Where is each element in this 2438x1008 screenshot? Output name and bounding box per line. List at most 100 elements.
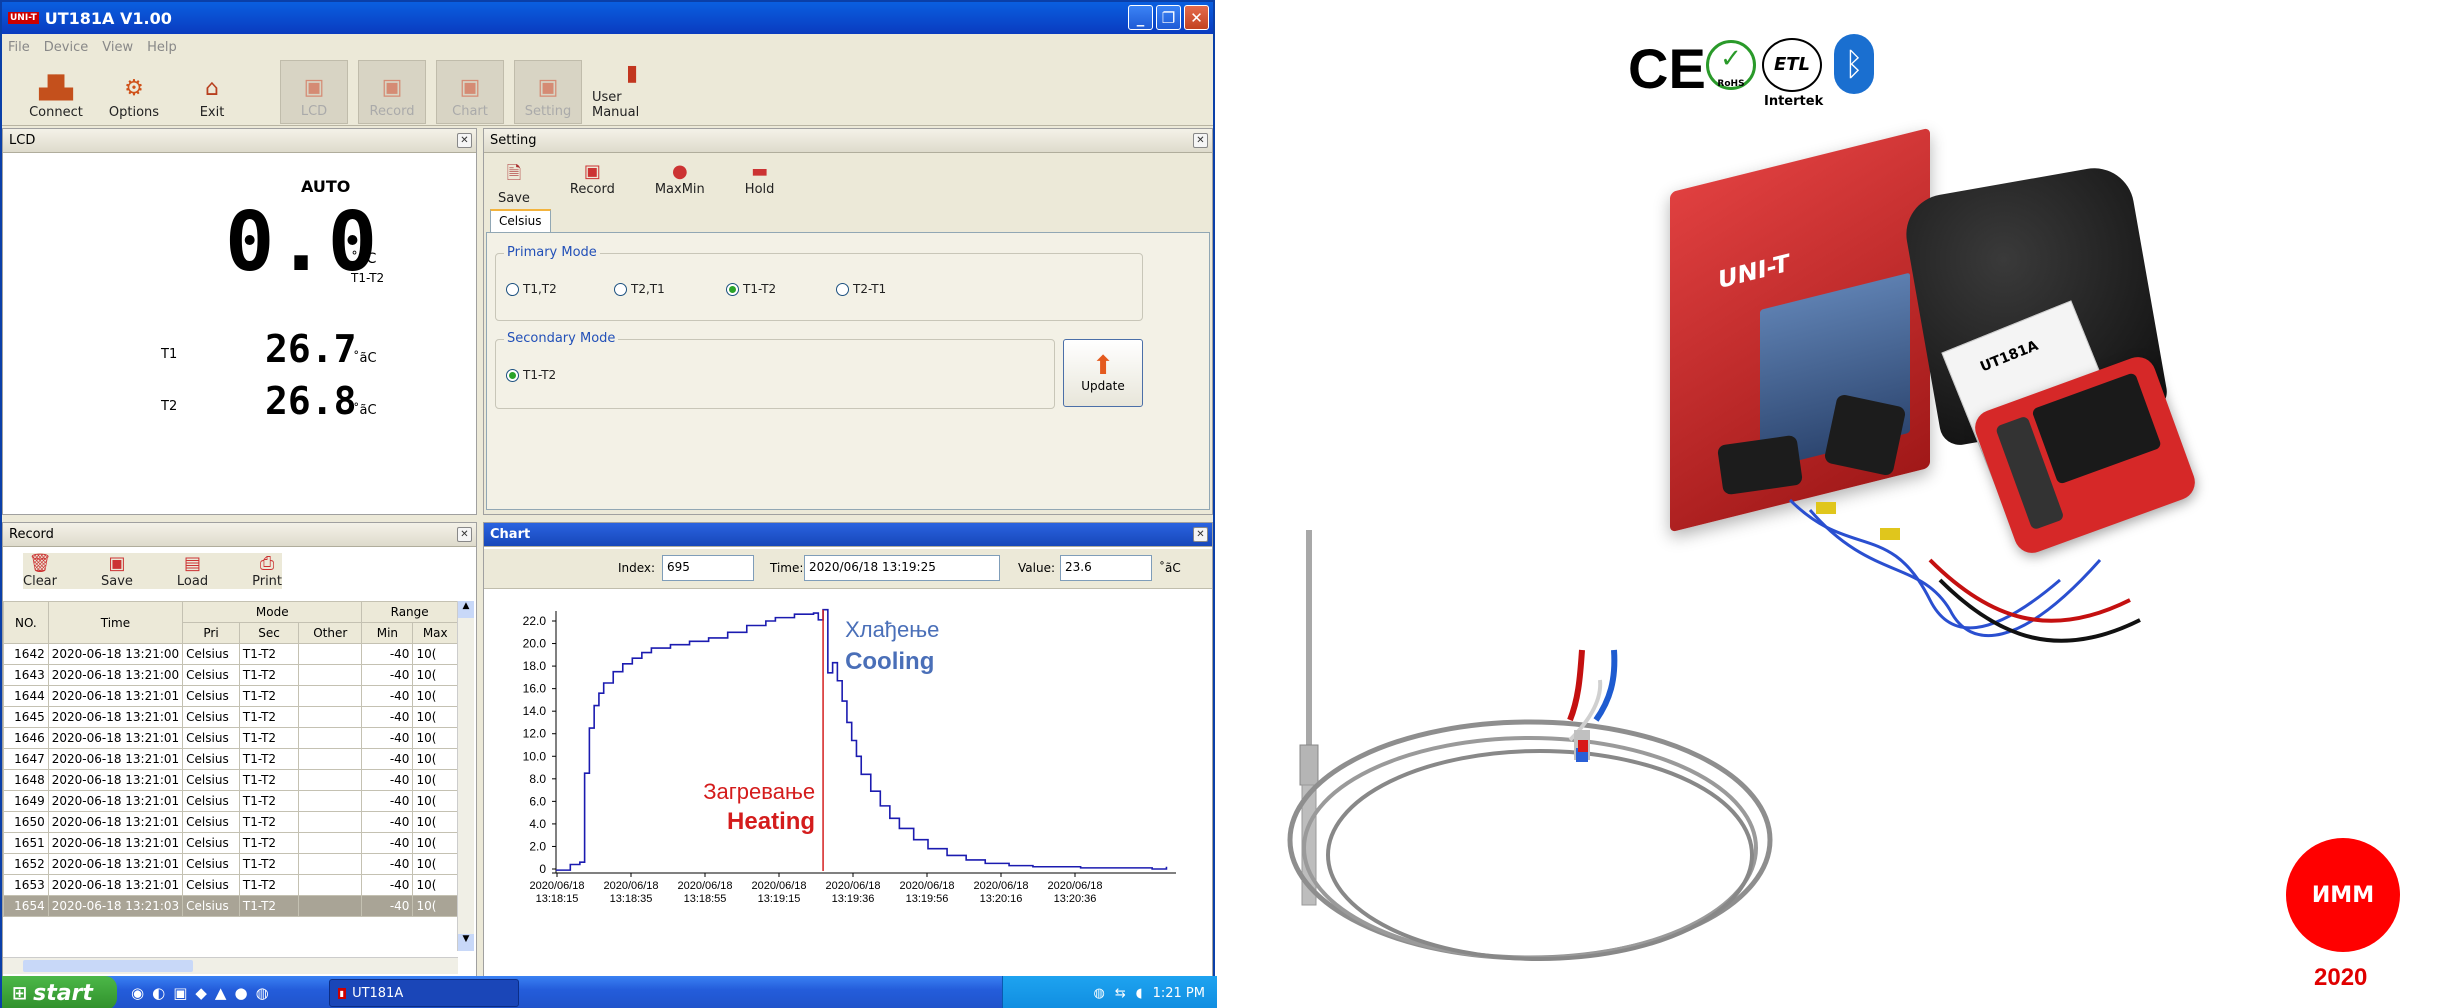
clock[interactable]: 1:21 PM — [1153, 986, 1205, 1001]
table-row[interactable]: 1647 2020-06-18 13:21:01 Celsius T1-T2 -40 10… — [3, 748, 458, 770]
table-row[interactable]: 1654 2020-06-18 13:21:03 Celsius T1-T2 -40 10… — [3, 895, 458, 917]
index-field[interactable]: 695 — [662, 555, 754, 581]
table-cell: 2020-06-18 13:21:01 — [47, 685, 184, 707]
lcd-view-button[interactable]: ▣ LCD — [280, 60, 348, 124]
print-button[interactable]: ⎙ Print — [252, 553, 282, 589]
maxmin-icon: ● — [671, 161, 688, 182]
table-row[interactable]: 1644 2020-06-18 13:21:01 Celsius T1-T2 -40 10… — [3, 685, 458, 707]
maximize-button[interactable]: ❐ — [1156, 5, 1181, 30]
app-logo-icon: UNI-T — [8, 12, 39, 24]
primary-radio-t2t1[interactable]: T2,T1 — [614, 282, 665, 296]
table-cell: -40 — [361, 790, 414, 812]
scroll-down-icon[interactable]: ▼ — [458, 934, 474, 951]
quick-launch-icon[interactable]: ◆ — [195, 984, 207, 1002]
tab-celsius[interactable]: Celsius — [490, 209, 551, 233]
setting-save-button[interactable]: 🗎 Save — [498, 161, 530, 206]
quick-launch-icon[interactable]: ▣ — [173, 984, 187, 1002]
primary-radio-t1t2[interactable]: T1,T2 — [506, 282, 557, 296]
table-row[interactable]: 1643 2020-06-18 13:21:00 Celsius T1-T2 -40 10… — [3, 664, 458, 686]
table-cell: 1647 — [3, 748, 49, 770]
table-cell — [298, 895, 363, 917]
start-button[interactable]: ⊞ start — [2, 976, 117, 1008]
close-panel-icon[interactable]: ✕ — [457, 133, 472, 148]
table-cell — [298, 790, 363, 812]
update-button[interactable]: ⬆ Update — [1063, 339, 1143, 407]
col-range[interactable]: Range — [361, 601, 458, 623]
setting-maxmin-button[interactable]: ● MaxMin — [655, 161, 705, 206]
exit-button[interactable]: ⌂ Exit — [178, 60, 246, 124]
tray-icon[interactable]: ◖ — [1136, 986, 1143, 1001]
table-row[interactable]: 1646 2020-06-18 13:21:01 Celsius T1-T2 -40 10… — [3, 727, 458, 749]
close-panel-icon[interactable]: ✕ — [457, 527, 472, 542]
close-button[interactable]: ✕ — [1184, 5, 1209, 30]
user-manual-button[interactable]: ▮ User Manual — [592, 60, 672, 124]
load-button[interactable]: ▤ Load — [177, 553, 208, 589]
table-row[interactable]: 1653 2020-06-18 13:21:01 Celsius T1-T2 -40 10… — [3, 874, 458, 896]
clear-button[interactable]: 🗑 Clear — [23, 553, 57, 589]
col-time[interactable]: Time — [47, 601, 184, 644]
table-row[interactable]: 1648 2020-06-18 13:21:01 Celsius T1-T2 -40 10… — [3, 769, 458, 791]
setting-view-button[interactable]: ▣ Setting — [514, 60, 582, 124]
tray-icon[interactable]: ◍ — [1094, 986, 1105, 1001]
setting-hold-button[interactable]: ▬ Hold — [745, 161, 775, 206]
setting-record-button[interactable]: ▣ Record — [570, 161, 615, 206]
lcd-main-sub: T1-T2 — [351, 271, 385, 285]
record-view-button[interactable]: ▣ Record — [358, 60, 426, 124]
chart-view-button[interactable]: ▣ Chart — [436, 60, 504, 124]
time-field[interactable]: 2020/06/18 13:19:25 — [804, 555, 1000, 581]
value-field[interactable]: 23.6 — [1060, 555, 1152, 581]
table-row[interactable]: 1650 2020-06-18 13:21:01 Celsius T1-T2 -40 10… — [3, 811, 458, 833]
menu-help[interactable]: Help — [147, 40, 177, 55]
quick-launch: ◉ ◐ ▣ ◆ ▲ ● ◍ — [131, 984, 269, 1002]
table-cell: -40 — [361, 895, 414, 917]
table-cell: 2020-06-18 13:21:01 — [47, 853, 184, 875]
x-tick-label: 2020/06/18 — [973, 880, 1028, 892]
menu-device[interactable]: Device — [44, 40, 88, 55]
table-cell: -40 — [361, 643, 414, 665]
table-cell: 2020-06-18 13:21:01 — [47, 727, 184, 749]
close-panel-icon[interactable]: ✕ — [1193, 133, 1208, 148]
col-sec[interactable]: Sec — [238, 622, 300, 644]
x-tick-label: 2020/06/18 — [677, 880, 732, 892]
lcd-t1-value: 26.7 — [265, 327, 357, 371]
taskbar-item-ut181a[interactable]: ▮ UT181A — [328, 979, 519, 1007]
table-row[interactable]: 1645 2020-06-18 13:21:01 Celsius T1-T2 -40 10… — [3, 706, 458, 728]
vertical-scrollbar[interactable]: ▲ ▼ — [457, 601, 474, 951]
secondary-radio-t1-minus-t2[interactable]: T1-T2 — [506, 368, 556, 382]
title-bar[interactable]: UNI-T UT181A V1.00 _ ❐ ✕ — [2, 2, 1213, 34]
table-row[interactable]: 1652 2020-06-18 13:21:01 Celsius T1-T2 -40 10… — [3, 853, 458, 875]
col-no[interactable]: NO. — [3, 601, 49, 644]
primary-radio-t2-minus-t1[interactable]: T2-T1 — [836, 282, 886, 296]
col-mode[interactable]: Mode — [182, 601, 363, 623]
quick-launch-icon[interactable]: ● — [234, 984, 247, 1002]
horizontal-scrollbar[interactable] — [3, 957, 458, 974]
col-min[interactable]: Min — [361, 622, 414, 644]
menu-file[interactable]: File — [8, 40, 30, 55]
table-row[interactable]: 1651 2020-06-18 13:21:01 Celsius T1-T2 -40 10… — [3, 832, 458, 854]
options-button[interactable]: ⚙ Options — [100, 60, 168, 124]
scroll-up-icon[interactable]: ▲ — [458, 601, 474, 618]
table-row[interactable]: 1642 2020-06-18 13:21:00 Celsius T1-T2 -40 10… — [3, 643, 458, 665]
quick-launch-icon[interactable]: ◍ — [256, 984, 269, 1002]
col-other[interactable]: Other — [298, 622, 363, 644]
record-save-button[interactable]: ▣ Save — [101, 553, 133, 589]
primary-radio-t1-minus-t2[interactable]: T1-T2 — [726, 282, 776, 296]
table-cell: 1646 — [3, 727, 49, 749]
tray-icon[interactable]: ⇆ — [1115, 986, 1126, 1001]
table-cell: 2020-06-18 13:21:01 — [47, 874, 184, 896]
quick-launch-icon[interactable]: ◉ — [131, 984, 144, 1002]
quick-launch-icon[interactable]: ▲ — [215, 984, 227, 1002]
temperature-chart[interactable]: 22.0 20.0 18.0 16.0 14.0 12.0 10.0 8.0 6.0 4.0 2.0… — [484, 591, 1212, 976]
col-max[interactable]: Max — [412, 622, 458, 644]
table-cell: 10( — [412, 748, 458, 770]
close-panel-icon[interactable]: ✕ — [1193, 527, 1208, 542]
quick-launch-icon[interactable]: ◐ — [152, 984, 165, 1002]
menu-view[interactable]: View — [102, 40, 133, 55]
x-tick-label: 13:19:36 — [832, 893, 875, 905]
x-tick-label: 2020/06/18 — [899, 880, 954, 892]
minimize-button[interactable]: _ — [1128, 5, 1153, 30]
table-cell: 10( — [412, 832, 458, 854]
connect-button[interactable]: ▟▙ Connect — [22, 60, 90, 124]
table-row[interactable]: 1649 2020-06-18 13:21:01 Celsius T1-T2 -40 10… — [3, 790, 458, 812]
col-pri[interactable]: Pri — [182, 622, 240, 644]
